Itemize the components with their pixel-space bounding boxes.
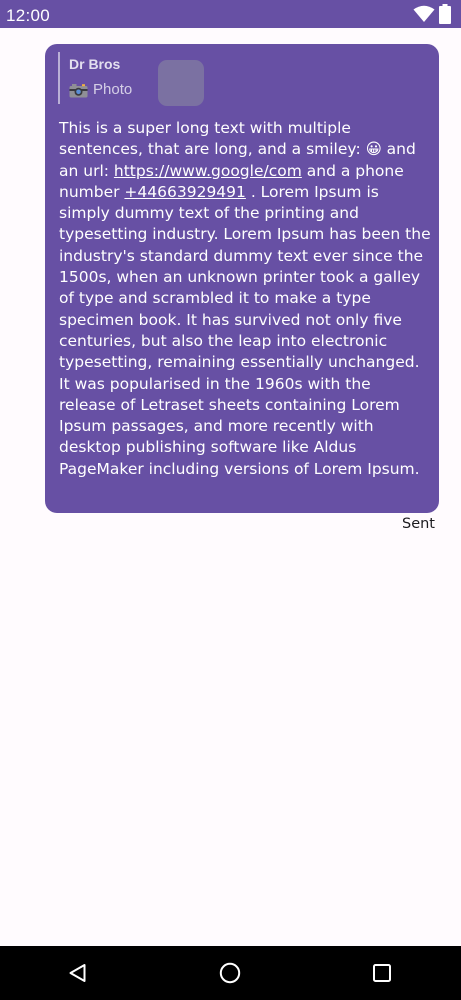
battery-icon <box>439 4 451 24</box>
message-url-link[interactable]: https://www.google/com <box>114 162 302 180</box>
status-time: 12:00 <box>6 6 51 25</box>
home-icon <box>219 962 241 984</box>
message-text: This is a super long text with multiple … <box>59 118 431 480</box>
back-icon <box>69 964 86 982</box>
wifi-icon <box>413 5 435 22</box>
recents-icon <box>373 964 391 982</box>
home-button[interactable] <box>214 957 246 989</box>
reply-author: Dr Bros <box>69 56 121 72</box>
message-text-part: . Lorem Ipsum is simply dummy text of th… <box>59 182 436 478</box>
navigation-bar <box>0 946 461 1000</box>
status-icons <box>413 4 451 24</box>
camera-icon <box>69 83 88 97</box>
status-bar: 12:00 <box>0 0 461 28</box>
recents-button[interactable] <box>366 957 398 989</box>
reply-type: Photo <box>69 80 132 100</box>
message-phone-link[interactable]: +44663929491 <box>124 183 245 201</box>
back-button[interactable] <box>62 957 94 989</box>
reply-photo-thumbnail <box>158 60 204 106</box>
message-status: Sent <box>401 516 435 532</box>
reply-type-label: Photo <box>93 81 133 98</box>
reply-preview[interactable]: Dr Bros Photo <box>58 52 204 106</box>
message-bubble[interactable]: Dr Bros Photo This is a super long text … <box>45 44 439 513</box>
